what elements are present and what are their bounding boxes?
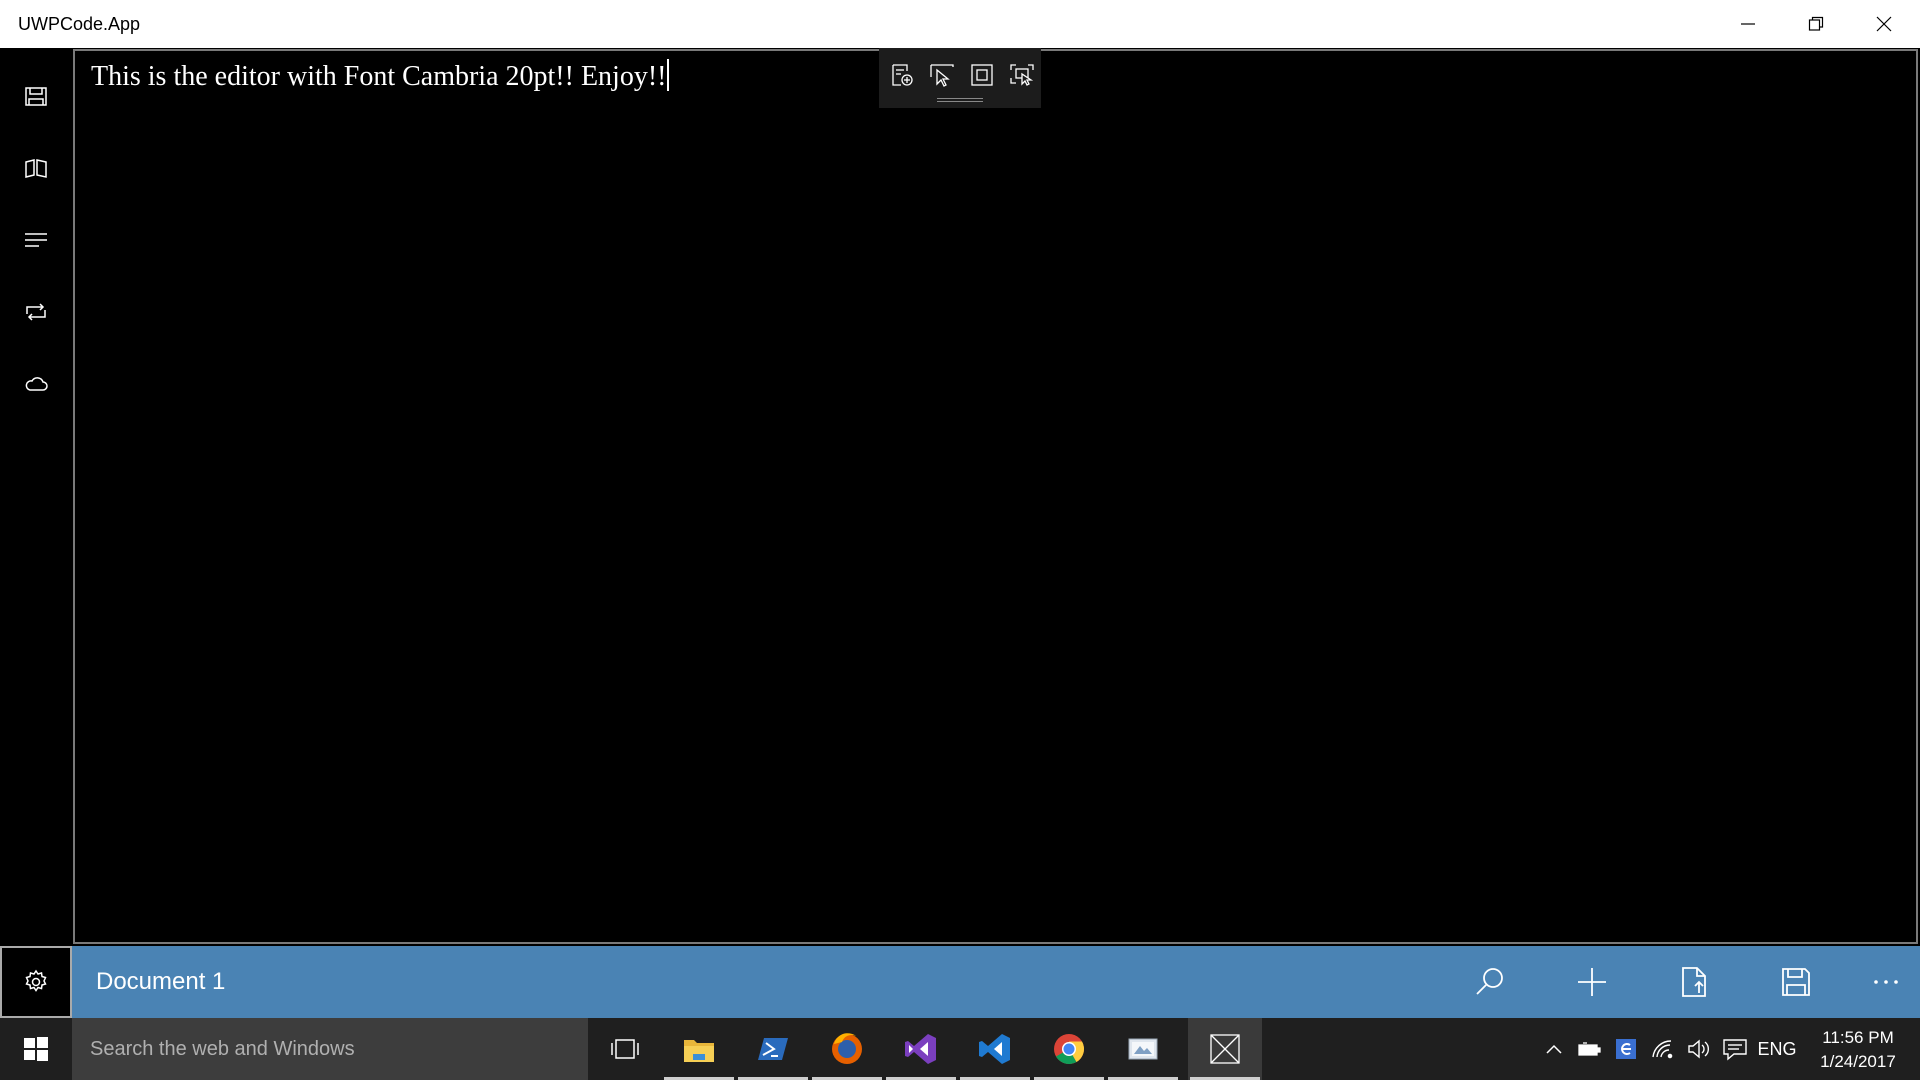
frame-icon: [971, 64, 993, 86]
visual-studio-icon: [905, 1034, 936, 1064]
more-icon: [1874, 980, 1898, 984]
taskbar-app-firefox[interactable]: [810, 1018, 884, 1080]
close-icon: [1876, 16, 1892, 32]
ink-select-button[interactable]: [885, 58, 919, 92]
action-center-button[interactable]: [1718, 1018, 1752, 1080]
vs-code-icon: [979, 1034, 1010, 1064]
input-language-button[interactable]: ENG: [1752, 1018, 1802, 1080]
battery-button[interactable]: [1574, 1018, 1606, 1080]
taskbar-app-chrome[interactable]: [1032, 1018, 1106, 1080]
task-view-button[interactable]: [588, 1018, 662, 1080]
show-hidden-icons-button[interactable]: [1538, 1018, 1570, 1080]
tray-app-button[interactable]: [1610, 1018, 1642, 1080]
volume-button[interactable]: [1682, 1018, 1716, 1080]
add-icon: [1578, 968, 1606, 996]
taskbar-search-box[interactable]: Search the web and Windows: [72, 1018, 588, 1080]
chrome-icon: [1054, 1034, 1085, 1065]
cloud-icon: [25, 377, 48, 391]
taskbar-clock[interactable]: 11:56 PM 1/24/2017: [1800, 1026, 1916, 1074]
title-bar: UWPCode.App: [0, 0, 1920, 48]
action-center-icon: [1723, 1039, 1747, 1061]
start-button[interactable]: [0, 1018, 72, 1080]
sidebar-item-sync[interactable]: [0, 276, 72, 348]
paint-icon: [1128, 1038, 1158, 1060]
restore-icon: [1808, 16, 1824, 31]
repeat-icon: [26, 303, 46, 321]
sidebar: [0, 48, 72, 946]
add-button[interactable]: [1564, 956, 1620, 1008]
ink-toolbar: [879, 48, 1041, 108]
editor-text: This is the editor with Font Cambria 20p…: [91, 61, 667, 92]
volume-icon: [1688, 1039, 1709, 1059]
screen-select-button[interactable]: [1005, 58, 1039, 92]
taskbar-app-paint[interactable]: [1106, 1018, 1180, 1080]
save-icon: [25, 87, 47, 106]
close-button[interactable]: [1850, 0, 1918, 48]
windows-logo-icon: [24, 1037, 48, 1061]
sidebar-item-menu[interactable]: [0, 204, 72, 276]
wifi-icon: [1652, 1040, 1673, 1059]
search-placeholder: Search the web and Windows: [90, 1038, 355, 1060]
uwpcode-icon: [1210, 1034, 1240, 1064]
input-language: ENG: [1757, 1038, 1797, 1059]
ink-toolbar-grip[interactable]: [937, 98, 983, 102]
taskbar-app-visual-studio[interactable]: [884, 1018, 958, 1080]
clock-time: 11:56 PM: [1822, 1028, 1894, 1047]
save-button[interactable]: [1768, 956, 1824, 1008]
frame-button[interactable]: [965, 58, 999, 92]
pointer-select-icon: [930, 64, 954, 87]
export-file-button[interactable]: [1666, 956, 1722, 1008]
network-button[interactable]: [1646, 1018, 1680, 1080]
powershell-icon: [758, 1038, 788, 1060]
taskbar-app-vs-code[interactable]: [958, 1018, 1032, 1080]
save-icon: [1782, 968, 1810, 996]
taskbar: Search the web and Windows ENG 11:56 PM …: [0, 1018, 1920, 1080]
screen-select-icon: [1010, 64, 1034, 86]
editor-content[interactable]: This is the editor with Font Cambria 20p…: [91, 59, 670, 93]
menu-lines-icon: [25, 233, 47, 247]
ink-select-icon: [892, 64, 913, 86]
minimize-button[interactable]: [1714, 0, 1782, 48]
gear-icon: [25, 969, 47, 992]
battery-icon: [1578, 1042, 1601, 1056]
app-title: UWPCode.App: [18, 14, 141, 34]
file-explorer-icon: [684, 1040, 714, 1062]
settings-button[interactable]: [0, 946, 72, 1018]
search-icon: [1476, 968, 1503, 995]
taskbar-app-powershell[interactable]: [736, 1018, 810, 1080]
sidebar-item-cloud[interactable]: [0, 348, 72, 420]
text-caret: [667, 59, 670, 91]
sidebar-item-open[interactable]: [0, 132, 72, 204]
restore-button[interactable]: [1782, 0, 1850, 48]
task-view-icon: [611, 1039, 639, 1059]
book-icon: [25, 159, 47, 178]
taskbar-app-uwpcode[interactable]: [1188, 1018, 1262, 1080]
taskbar-app-file-explorer[interactable]: [662, 1018, 736, 1080]
search-button[interactable]: [1462, 956, 1518, 1008]
chevron-up-icon: [1546, 1044, 1562, 1054]
tray-app-icon: [1616, 1039, 1636, 1059]
editor-area[interactable]: This is the editor with Font Cambria 20p…: [73, 49, 1918, 944]
minimize-icon: [1741, 23, 1755, 25]
more-button[interactable]: [1858, 956, 1914, 1008]
pointer-select-button[interactable]: [925, 58, 959, 92]
sidebar-item-save[interactable]: [0, 60, 72, 132]
export-file-icon: [1682, 967, 1706, 997]
command-bar: Document 1: [72, 946, 1920, 1018]
clock-date: 1/24/2017: [1820, 1052, 1896, 1071]
firefox-icon: [832, 1033, 862, 1064]
document-title: Document 1: [96, 968, 226, 995]
